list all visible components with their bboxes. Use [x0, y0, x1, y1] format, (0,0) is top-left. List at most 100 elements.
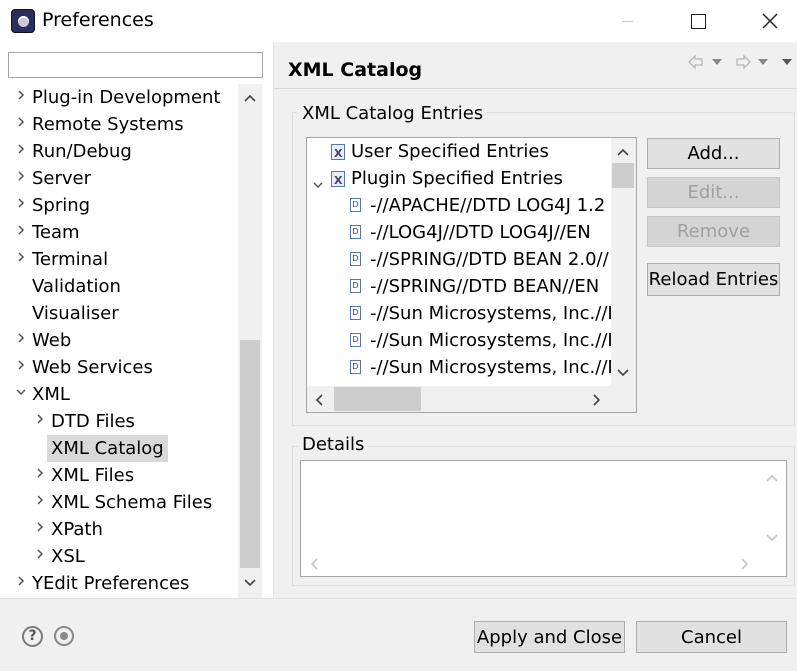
back-dropdown-icon[interactable] — [712, 59, 722, 65]
close-button[interactable] — [746, 6, 792, 36]
entries-horizontal-thumb[interactable] — [334, 387, 421, 411]
minimize-icon — [622, 21, 633, 22]
catalog-entry-label: -//APACHE//DTD LOG4J 1.2 — [370, 195, 606, 216]
back-arrow-icon[interactable] — [688, 54, 703, 70]
minimize-button[interactable] — [604, 6, 650, 36]
chevron-left-icon[interactable] — [304, 553, 326, 575]
tree-item[interactable]: XML Catalog — [0, 435, 238, 462]
chevron-right-icon[interactable] — [15, 354, 27, 381]
dtd-file-icon: D — [350, 279, 361, 293]
catalog-entries-tree[interactable]: User Specified Entries Plugin Specified E… — [306, 137, 637, 413]
help-icon[interactable]: ? — [22, 626, 43, 647]
chevron-right-icon[interactable] — [15, 138, 27, 165]
edit-button[interactable]: Edit... — [647, 177, 780, 208]
tree-item[interactable]: XPath — [0, 516, 238, 543]
tree-item-label: DTD Files — [51, 411, 135, 432]
chevron-up-icon[interactable] — [240, 88, 260, 108]
tree-item-label: Web — [32, 330, 72, 351]
chevron-right-icon[interactable] — [15, 192, 27, 219]
tree-item[interactable]: Validation — [0, 273, 238, 300]
tree-item[interactable]: Web — [0, 327, 238, 354]
reload-entries-button[interactable]: Reload Entries — [647, 263, 780, 296]
chevron-right-icon[interactable] — [15, 84, 27, 111]
forward-arrow-icon[interactable] — [736, 54, 751, 70]
chevron-up-icon[interactable] — [612, 141, 634, 163]
catalog-entry-label: -//SPRING//DTD BEAN 2.0// — [370, 249, 609, 270]
tree-item-label: Validation — [32, 276, 121, 297]
catalog-icon — [331, 167, 345, 194]
catalog-entry-label: -//Sun Microsystems, Inc.//D — [370, 303, 622, 324]
tree-item[interactable]: Web Services — [0, 354, 238, 381]
chevron-right-icon[interactable] — [34, 489, 46, 516]
tree-item-label: Spring — [32, 195, 91, 216]
tree-item-label: Visualiser — [32, 303, 119, 324]
preference-tree: Plug-in Development Remote Systems Run/Deb… — [0, 84, 238, 598]
chevron-right-icon[interactable] — [34, 408, 46, 435]
tree-item-label: XML Schema Files — [51, 492, 213, 513]
tree-item-label: XML Catalog — [47, 435, 168, 462]
chevron-right-icon[interactable] — [34, 543, 46, 570]
details-group-label: Details — [298, 434, 369, 455]
tree-item[interactable]: Spring — [0, 192, 238, 219]
chevron-right-icon[interactable] — [585, 389, 607, 411]
tips-icon[interactable] — [54, 626, 74, 646]
apply-and-close-button[interactable]: Apply and Close — [474, 621, 625, 653]
dtd-file-icon: D — [350, 225, 361, 239]
tree-item[interactable]: XML — [0, 381, 238, 408]
chevron-right-icon[interactable] — [15, 246, 27, 273]
chevron-right-icon[interactable] — [34, 516, 46, 543]
filter-input[interactable] — [8, 52, 263, 78]
tree-item[interactable]: Plug-in Development — [0, 84, 238, 111]
panel-splitter[interactable] — [273, 42, 274, 598]
tree-item[interactable]: Run/Debug — [0, 138, 238, 165]
tree-scroll-thumb[interactable] — [240, 340, 260, 568]
tree-item[interactable]: DTD Files — [0, 408, 238, 435]
title-separator — [274, 88, 797, 89]
tree-item-label: Server — [32, 168, 92, 189]
tree-item[interactable]: Server — [0, 165, 238, 192]
catalog-entries-group-label: XML Catalog Entries — [298, 103, 488, 124]
tree-item[interactable]: Remote Systems — [0, 111, 238, 138]
dtd-file-icon: D — [350, 333, 361, 347]
view-menu-icon[interactable] — [782, 59, 792, 65]
chevron-left-icon[interactable] — [309, 389, 331, 411]
chevron-down-icon[interactable] — [312, 172, 324, 199]
tree-item[interactable]: XSL — [0, 543, 238, 570]
chevron-down-icon[interactable] — [15, 381, 27, 408]
catalog-entry-label: -//LOG4J//DTD LOG4J//EN — [370, 222, 591, 243]
catalog-entry-label: -//Sun Microsystems, Inc.//D — [370, 357, 622, 378]
tree-item[interactable]: Terminal — [0, 246, 238, 273]
chevron-right-icon[interactable] — [34, 462, 46, 489]
catalog-entry-label: -//Sun Microsystems, Inc.//D — [370, 330, 622, 351]
details-horizontal-scrollbar[interactable] — [301, 551, 786, 576]
chevron-right-icon[interactable] — [15, 111, 27, 138]
tree-item[interactable]: YEdit Preferences — [0, 570, 238, 597]
chevron-down-icon[interactable] — [761, 527, 783, 549]
tree-item-label: Web Services — [32, 357, 153, 378]
tree-item-label: Team — [32, 222, 80, 243]
tree-item[interactable]: XML Schema Files — [0, 489, 238, 516]
chevron-down-icon[interactable] — [612, 362, 634, 384]
tree-item[interactable]: Team — [0, 219, 238, 246]
entries-scroll-thumb[interactable] — [612, 163, 634, 188]
close-icon — [762, 13, 778, 29]
chevron-up-icon[interactable] — [761, 467, 783, 489]
cancel-button[interactable]: Cancel — [636, 621, 787, 653]
chevron-down-icon[interactable] — [240, 573, 260, 593]
chevron-right-icon[interactable] — [15, 165, 27, 192]
maximize-button[interactable] — [676, 6, 722, 36]
remove-button[interactable]: Remove — [647, 216, 780, 247]
chevron-right-icon[interactable] — [15, 327, 27, 354]
eclipse-icon — [11, 9, 35, 33]
add-button[interactable]: Add... — [647, 138, 780, 169]
tree-item[interactable]: Visualiser — [0, 300, 238, 327]
page-title: XML Catalog — [288, 59, 423, 81]
chevron-right-icon[interactable] — [733, 553, 755, 575]
chevron-right-icon[interactable] — [15, 570, 27, 597]
tree-item-label: XSL — [51, 546, 85, 567]
catalog-entry-label: Plugin Specified Entries — [351, 168, 563, 189]
tree-item[interactable]: XML Files — [0, 462, 238, 489]
window-title: Preferences — [42, 9, 154, 31]
forward-dropdown-icon[interactable] — [758, 59, 768, 65]
chevron-right-icon[interactable] — [15, 219, 27, 246]
